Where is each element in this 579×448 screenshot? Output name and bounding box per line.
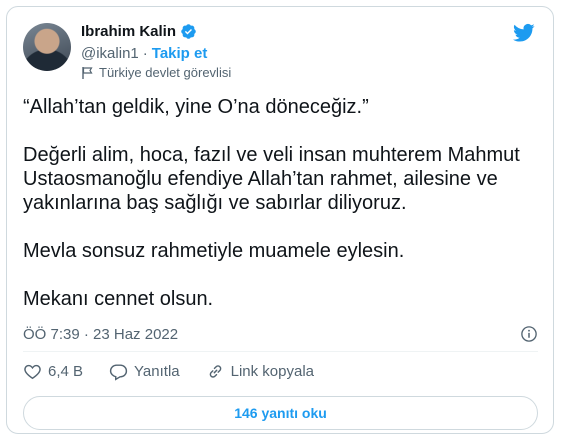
divider <box>23 351 538 352</box>
tweet-paragraph: Değerli alim, hoca, fazıl ve veli insan … <box>23 144 520 214</box>
read-replies-button[interactable]: 146 yanıtı oku <box>23 396 538 430</box>
account-label: Türkiye devlet görevlisi <box>99 65 232 80</box>
info-icon[interactable] <box>520 325 538 343</box>
tweet-text: “Allah’tan geldik, yine O’na döneceğiz.”… <box>23 95 538 335</box>
handle-row: @ikalin1 · Takip et <box>81 45 207 62</box>
reply-bubble-icon <box>109 364 128 381</box>
like-count: 6,4 B <box>48 363 84 380</box>
tweet-paragraph: Mekanı cennet olsun. <box>23 288 214 310</box>
verified-badge-icon <box>181 24 196 39</box>
like-button[interactable]: 6,4 B <box>23 362 83 381</box>
follow-button[interactable]: Takip et <box>152 45 208 62</box>
link-icon <box>209 365 221 378</box>
tweet-card: Ibrahim Kalin @ikalin1 · Takip et Türkiy… <box>6 6 554 434</box>
timestamp-row: ÖÖ 7:39 · 23 Haz 2022 <box>23 325 538 343</box>
author-name[interactable]: Ibrahim Kalin <box>81 23 176 40</box>
reply-button[interactable]: Yanıtla <box>109 362 180 381</box>
tweet-timestamp[interactable]: ÖÖ 7:39 · 23 Haz 2022 <box>23 326 178 343</box>
action-bar: 6,4 B Yanıtla Link kopyala <box>23 362 314 381</box>
reply-label: Yanıtla <box>134 363 180 380</box>
twitter-bird-icon[interactable] <box>513 23 535 43</box>
tweet-paragraph: Mevla sonsuz rahmetiyle muamele eylesin. <box>23 240 405 262</box>
copy-link-label: Link kopyala <box>230 363 315 380</box>
author-name-row: Ibrahim Kalin <box>81 23 197 40</box>
handle-separator: · <box>142 45 148 62</box>
heart-icon <box>24 364 41 380</box>
author-handle[interactable]: @ikalin1 <box>81 45 139 62</box>
account-label-row: Türkiye devlet görevlisi <box>81 65 231 80</box>
avatar[interactable] <box>23 23 71 71</box>
tweet-paragraph: “Allah’tan geldik, yine O’na döneceğiz.” <box>23 96 369 118</box>
government-flag-icon <box>82 66 93 79</box>
copy-link-button[interactable]: Link kopyala <box>206 362 314 381</box>
